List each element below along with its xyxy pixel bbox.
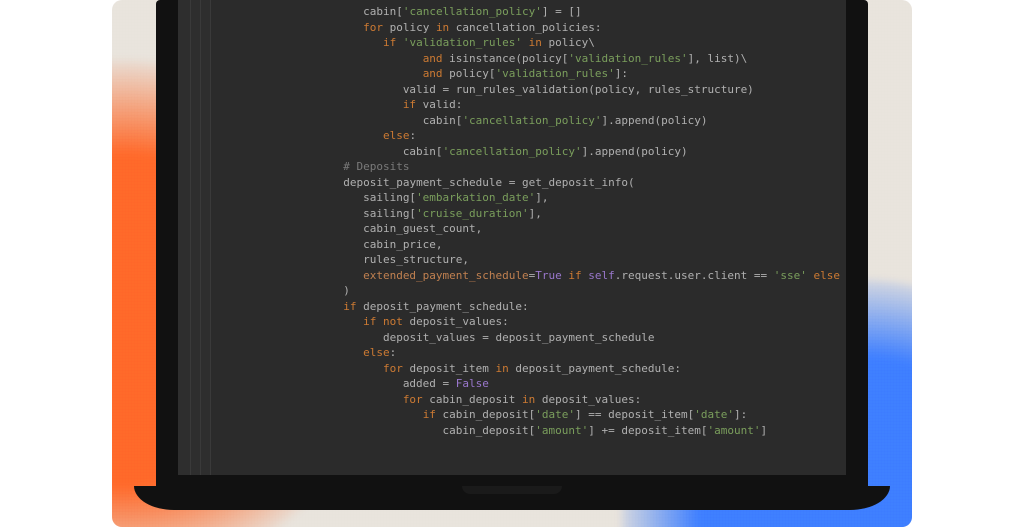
code-line: cabin['cancellation_policy'].append(poli…	[224, 113, 842, 129]
editor-gutter	[178, 0, 211, 475]
code-line: if valid:	[224, 97, 842, 113]
code-line: cabin['cancellation_policy'].append(poli…	[224, 144, 842, 160]
code-line: # Deposits	[224, 159, 842, 175]
code-line: if 'validation_rules' in policy\	[224, 35, 842, 51]
code-line: sailing['embarkation_date'],	[224, 190, 842, 206]
laptop-mockup: cabin['cancellation_policy'] = [] for po…	[156, 0, 868, 510]
code-line: rules_structure,	[224, 252, 842, 268]
code-line: extended_payment_schedule=True if self.r…	[224, 268, 842, 284]
code-line: for deposit_item in deposit_payment_sche…	[224, 361, 842, 377]
code-line: )	[224, 283, 842, 299]
code-line: cabin['cancellation_policy'] = []	[224, 4, 842, 20]
laptop-trackpad-notch	[462, 486, 562, 494]
code-line: cabin_price,	[224, 237, 842, 253]
code-line: if not deposit_values:	[224, 314, 842, 330]
code-line: for policy in cancellation_policies:	[224, 20, 842, 36]
code-line: if deposit_payment_schedule:	[224, 299, 842, 315]
code-line: for cabin_deposit in deposit_values:	[224, 392, 842, 408]
code-line: and isinstance(policy['validation_rules'…	[224, 51, 842, 67]
laptop-bezel: cabin['cancellation_policy'] = [] for po…	[156, 0, 868, 490]
code-line: sailing['cruise_duration'],	[224, 206, 842, 222]
code-line: cabin_deposit['amount'] += deposit_item[…	[224, 423, 842, 439]
code-line: deposit_values = deposit_payment_schedul…	[224, 330, 842, 346]
code-line: deposit_payment_schedule = get_deposit_i…	[224, 175, 842, 191]
code-line: if cabin_deposit['date'] == deposit_item…	[224, 407, 842, 423]
code-line: and policy['validation_rules']:	[224, 66, 842, 82]
code-editor-viewport: cabin['cancellation_policy'] = [] for po…	[178, 0, 846, 475]
laptop-base	[134, 486, 890, 510]
code-line: valid = run_rules_validation(policy, rul…	[224, 82, 842, 98]
code-line: cabin_guest_count,	[224, 221, 842, 237]
code-line: added = False	[224, 376, 842, 392]
code-line: else:	[224, 128, 842, 144]
code-block: cabin['cancellation_policy'] = [] for po…	[224, 4, 842, 438]
code-line: else:	[224, 345, 842, 361]
